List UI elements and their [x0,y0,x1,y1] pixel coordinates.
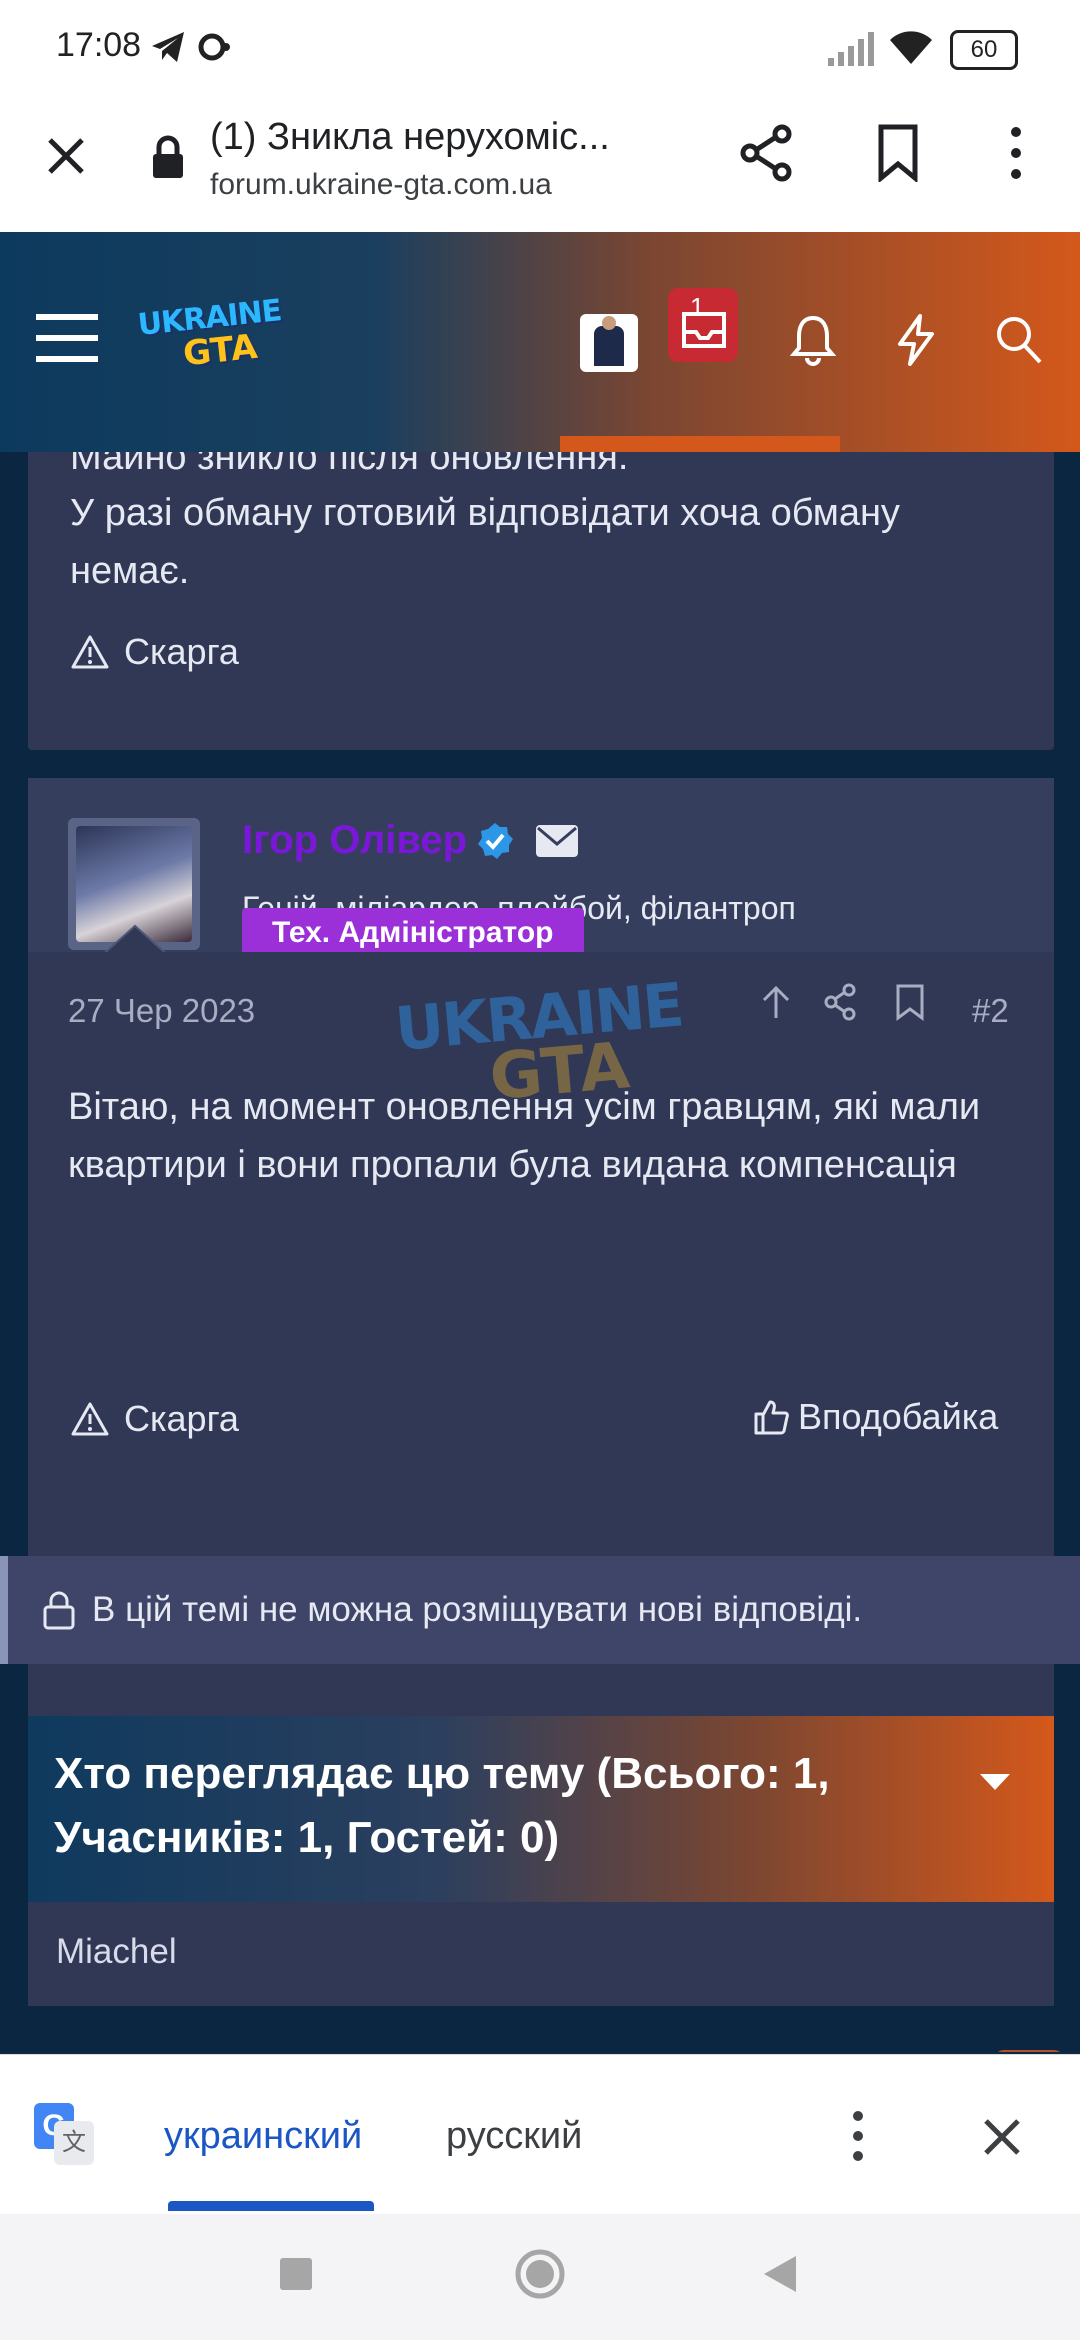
viewer-user[interactable]: Miachel [56,1932,177,1972]
page-url[interactable]: forum.ukraine-gta.com.ua [210,168,552,202]
browser-toolbar: (1) Зникла нерухоміс... forum.ukraine-gt… [0,96,1080,233]
status-time: 17:08 [56,26,142,64]
warning-icon [71,1402,109,1436]
role-badge: Тех. Адміністратор [242,908,584,958]
status-bar: 17:08 60 [0,0,1080,96]
header-accent-bar [560,436,840,452]
lang-tab-russian[interactable]: русский [446,2115,582,2158]
home-button[interactable] [514,2248,566,2300]
lock-icon [43,1591,75,1630]
telegram-icon [152,32,184,62]
lock-icon[interactable] [150,134,186,180]
envelope-icon[interactable] [535,824,579,858]
search-icon[interactable] [994,314,1044,366]
site-header: UKRAINE GTA 1 [0,232,1080,452]
wifi-icon [890,31,932,64]
lang-tab-ukrainian[interactable]: украинский [164,2115,362,2158]
more-menu-icon[interactable] [1004,124,1028,182]
post-number[interactable]: #2 [972,992,1009,1030]
author-name[interactable]: Ігор Олівер [242,818,467,863]
thumbs-up-icon [754,1400,789,1435]
share-icon[interactable] [738,124,796,182]
scroll-top-button[interactable] [994,2050,1064,2052]
app-notification-icon [198,33,230,61]
bell-icon[interactable] [790,314,836,366]
close-translate-icon[interactable] [980,2115,1024,2159]
post-body: 27 Чер 2023 #2 UKRAINE GTA Вітаю, на мом… [28,952,1054,1452]
battery-icon: 60 [950,30,1018,70]
notification-count: 1 [690,292,705,322]
verified-badge-icon [478,822,514,859]
thread-content: Майно зникло після оновлення. У разі обм… [0,452,1080,2052]
bookmark-post-icon[interactable] [894,982,926,1022]
locked-notice-text: В цій темі не можна розміщувати нові від… [92,1590,863,1629]
bookmark-icon[interactable] [876,124,920,182]
translate-bar: G 文 украинский русский [0,2054,1080,2215]
chevron-down-icon[interactable] [978,1772,1012,1792]
report-button[interactable]: Скарга [70,622,239,682]
locked-notice: В цій темі не можна розміщувати нові від… [0,1556,1080,1664]
page-title: (1) Зникла нерухоміс... [210,116,610,158]
upvote-arrow-icon[interactable] [758,982,794,1022]
like-button[interactable]: Вподобайка [752,1396,998,1438]
battery-level: 60 [970,36,998,63]
viewers-header[interactable]: Хто переглядає цю тему (Всього: 1, Учасн… [28,1716,1054,1902]
google-translate-icon: G 文 [34,2103,96,2165]
post-text: У разі обману готовий відповідати хоча о… [70,492,900,592]
like-label: Вподобайка [798,1396,999,1437]
post-date[interactable]: 27 Чер 2023 [68,992,255,1030]
hamburger-menu-icon[interactable] [36,312,98,364]
viewers-title: Хто переглядає цю тему (Всього: 1, Учасн… [54,1749,830,1862]
signal-icon [828,32,874,66]
lightning-icon[interactable] [896,314,936,366]
translate-more-icon[interactable] [846,2109,870,2163]
system-navigation-bar [0,2214,1080,2340]
post-card: Майно зникло після оновлення. У разі обм… [28,452,1054,750]
user-avatar[interactable] [580,314,638,372]
site-logo[interactable]: UKRAINE GTA [136,292,296,387]
share-post-icon[interactable] [822,982,858,1022]
report-label: Скарга [124,631,239,672]
report-label: Скарга [124,1398,239,1439]
close-tab-icon[interactable] [42,132,90,180]
viewers-list: Miachel [28,1902,1054,2006]
back-button[interactable] [762,2254,798,2294]
report-button[interactable]: Скарга [70,1398,239,1440]
conversations-button[interactable]: 1 [668,288,738,362]
warning-icon [71,635,109,669]
post-text-cut: Майно зникло після оновлення. [70,452,629,478]
recents-button[interactable] [280,2258,312,2290]
active-tab-indicator [168,2201,374,2211]
post-text: Вітаю, на момент оновлення усім гравцям,… [68,1086,981,1186]
